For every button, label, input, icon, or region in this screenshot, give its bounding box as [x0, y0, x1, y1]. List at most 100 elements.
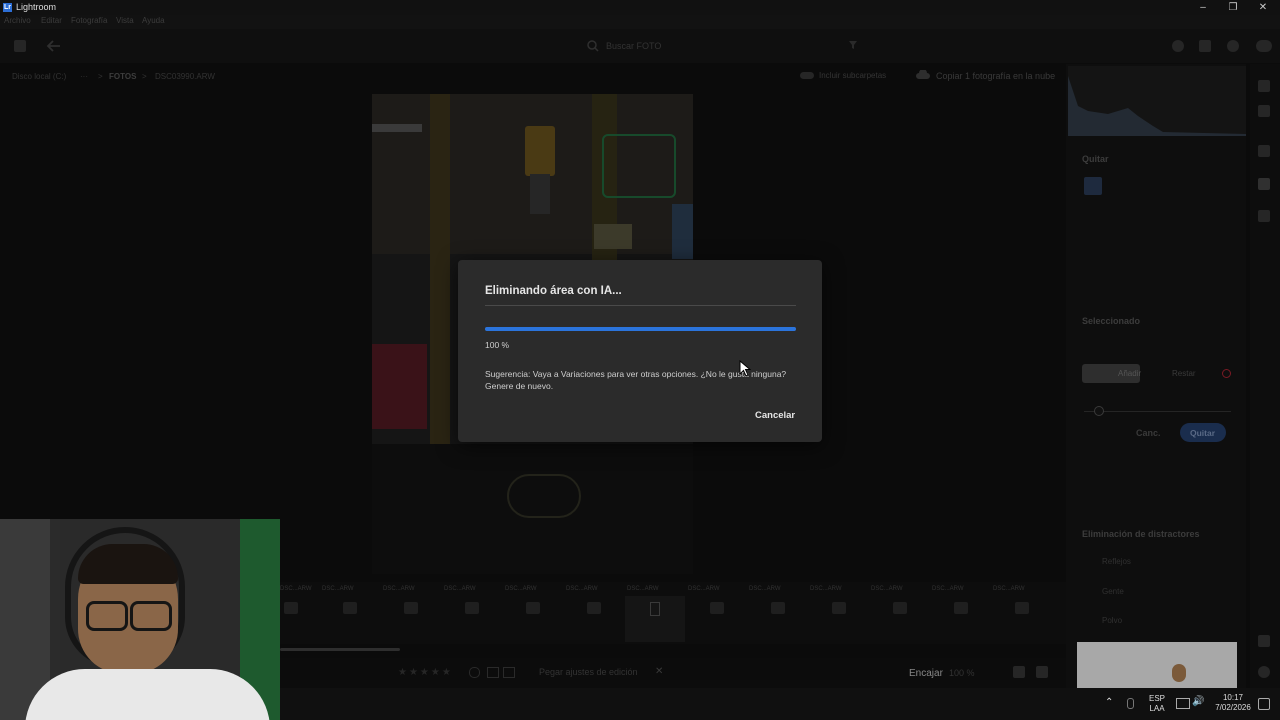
cancel-remove-button[interactable]: Canc. [1136, 428, 1161, 438]
minimize-button[interactable]: – [1188, 0, 1218, 15]
filmstrip-thumbnail[interactable] [284, 602, 298, 614]
webcam-overlay [0, 519, 280, 720]
filmstrip-thumbnail[interactable] [832, 602, 846, 614]
eraser-tool-icon[interactable] [1084, 177, 1102, 195]
language-indicator[interactable]: ESP LAA [1145, 694, 1169, 714]
filmstrip-thumbnail[interactable] [954, 602, 968, 614]
fit-label[interactable]: Encajar [909, 668, 943, 679]
size-slider[interactable] [1084, 411, 1231, 412]
filmstrip-selected-frame[interactable] [625, 596, 685, 642]
clock-date: 7/02/2026 [1215, 703, 1251, 712]
volume-icon[interactable]: 🔊 [1192, 696, 1204, 707]
back-arrow-icon[interactable] [46, 39, 62, 53]
navigator-thumbnail[interactable] [1077, 642, 1237, 688]
menu-vista[interactable]: Vista [116, 16, 134, 25]
filmstrip-thumbnail[interactable] [771, 602, 785, 614]
filmstrip-filename: DSC...ARW [505, 586, 537, 592]
filmstrip-scrollbar[interactable] [280, 648, 400, 651]
filmstrip-thumbnail[interactable] [587, 602, 601, 614]
distraction-item-reflections[interactable]: Reflejos [1102, 557, 1131, 566]
tool-rail [1250, 64, 1280, 688]
copy-to-cloud-button[interactable]: Copiar 1 fotografía en la nube [936, 71, 1055, 81]
maximize-button[interactable]: ❐ [1218, 0, 1248, 15]
tag-icon[interactable] [1258, 635, 1270, 647]
filmstrip-selected-thumbnail [650, 602, 660, 616]
subtract-mode-label: Restar [1172, 369, 1196, 378]
tray-expand-icon[interactable]: ⌃ [1105, 697, 1113, 708]
title-bar [0, 0, 1280, 15]
notification-center-icon[interactable] [1258, 698, 1270, 710]
cancel-button[interactable]: Cancelar [750, 408, 800, 423]
panel-toggle-icon[interactable] [14, 40, 26, 52]
distraction-item-people[interactable]: Gente [1102, 587, 1124, 596]
grid-view-icon[interactable] [1013, 666, 1025, 678]
comment-icon[interactable] [503, 667, 515, 678]
window-title: Lightroom [16, 2, 57, 12]
reject-flag-icon[interactable] [487, 667, 499, 678]
filmstrip-thumbnail[interactable] [1015, 602, 1029, 614]
filmstrip: DSC...ARW DSC...ARW DSC...ARW DSC...ARW … [280, 582, 1066, 644]
microphone-icon[interactable] [1127, 698, 1134, 709]
include-subfolders-label: Incluir subcarpetas [819, 71, 887, 80]
paste-settings-button[interactable]: Pegar ajustes de edición [539, 667, 638, 677]
edit-icon[interactable] [1258, 80, 1270, 92]
eraser-icon[interactable] [1258, 178, 1270, 190]
menu-ayuda[interactable]: Ayuda [142, 16, 165, 25]
selected-section-title: Seleccionado [1082, 316, 1141, 326]
progress-bar-fill [485, 327, 796, 331]
add-mode-button[interactable]: Añadir [1082, 364, 1141, 383]
filmstrip-thumbnail[interactable] [526, 602, 540, 614]
language-top: ESP [1148, 694, 1165, 703]
include-subfolders-toggle[interactable] [800, 72, 814, 79]
notifications-icon[interactable] [1172, 40, 1184, 52]
cloud-icon[interactable] [1256, 40, 1272, 52]
filmstrip-thumbnail[interactable] [404, 602, 418, 614]
masking-icon[interactable] [1258, 210, 1270, 222]
menu-archivo[interactable]: Archivo [4, 16, 31, 25]
breadcrumb-folder[interactable]: FOTOS [109, 72, 136, 81]
compare-view-icon[interactable] [1036, 666, 1048, 678]
breadcrumb-separator: > [98, 72, 103, 81]
filmstrip-filename: DSC...ARW [932, 586, 964, 592]
crop-icon[interactable] [1258, 145, 1270, 157]
distraction-item-dust[interactable]: Polvo [1102, 616, 1122, 625]
lightroom-logo-icon: Lr [3, 3, 12, 12]
clock[interactable]: 10:17 7/02/2026 [1210, 693, 1256, 713]
search-icon [587, 40, 599, 52]
filter-icon[interactable] [848, 40, 858, 50]
breadcrumb-ellipsis[interactable]: ··· [80, 72, 88, 81]
filmstrip-filename: DSC...ARW [566, 586, 598, 592]
menu-editar[interactable]: Editar [41, 16, 62, 25]
filmstrip-filename: DSC...ARW [993, 586, 1025, 592]
share-icon[interactable] [1199, 40, 1211, 52]
filmstrip-thumbnail[interactable] [343, 602, 357, 614]
info-icon[interactable] [1258, 666, 1270, 678]
filmstrip-thumbnail[interactable] [710, 602, 724, 614]
close-paste-icon[interactable]: ✕ [655, 666, 663, 677]
breadcrumb-drive[interactable]: Disco local (C:) [12, 72, 66, 81]
menu-fotografia[interactable]: Fotografía [71, 16, 107, 25]
dialog-title: Eliminando área con IA... [485, 285, 622, 297]
cloud-upload-icon [916, 70, 930, 79]
search-input[interactable]: Buscar FOTO [606, 41, 661, 51]
dialog-divider [485, 305, 796, 306]
adjust-icon[interactable] [1258, 105, 1270, 117]
filmstrip-filename: DSC...ARW [871, 586, 903, 592]
subtract-mode-button[interactable]: Restar [1146, 364, 1204, 383]
filmstrip-thumbnail[interactable] [893, 602, 907, 614]
progress-percentage: 100 % [485, 340, 510, 350]
language-bottom: LAA [1149, 704, 1165, 713]
zoom-select[interactable]: 100 % [949, 668, 975, 678]
clock-time: 10:17 [1222, 693, 1244, 702]
size-slider-handle[interactable] [1094, 406, 1104, 416]
apply-remove-button[interactable]: Quitar [1180, 423, 1226, 442]
flag-icon[interactable] [469, 667, 480, 678]
rating-stars-icon[interactable]: ★★★★★ [398, 667, 453, 678]
filmstrip-thumbnail[interactable] [465, 602, 479, 614]
filmstrip-filename: DSC...ARW [322, 586, 354, 592]
filmstrip-filename: DSC...ARW [280, 586, 312, 592]
network-icon[interactable] [1176, 698, 1190, 709]
close-window-button[interactable]: ✕ [1248, 0, 1278, 15]
help-icon[interactable] [1227, 40, 1239, 52]
filmstrip-filename: DSC...ARW [383, 586, 415, 592]
